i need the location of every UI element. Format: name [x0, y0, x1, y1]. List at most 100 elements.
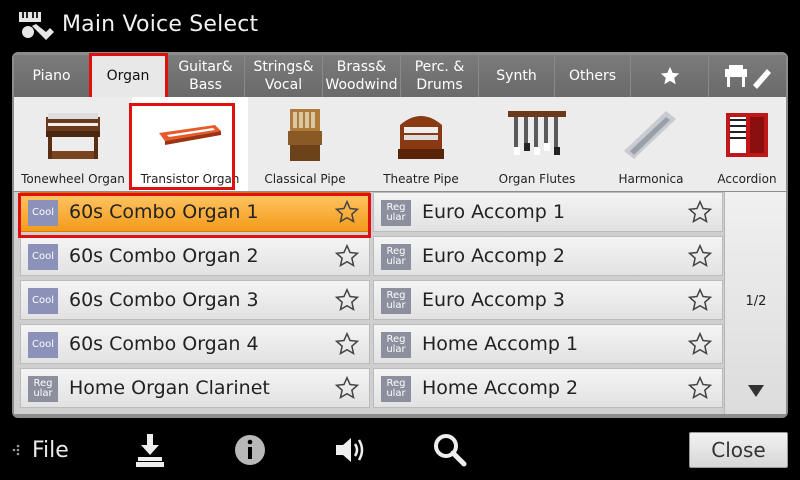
harmonica-icon: [624, 111, 676, 159]
tab-piano[interactable]: Piano: [14, 55, 90, 97]
favorite-star-icon[interactable]: [334, 199, 360, 225]
tab-organ[interactable]: Organ: [90, 55, 167, 97]
star-icon: [660, 66, 679, 85]
favorite-star-icon[interactable]: [334, 331, 360, 357]
pager-column: 1/2: [724, 192, 786, 414]
tab-synth[interactable]: Synth: [479, 55, 555, 97]
file-dots-icon: [12, 444, 20, 456]
close-button[interactable]: Close: [689, 432, 788, 468]
voice-name: 60s Combo Organ 2: [69, 245, 259, 267]
classical-pipe-organ-icon: [288, 109, 322, 161]
category-label: Theatre Pipe: [383, 172, 459, 186]
favorite-star-icon[interactable]: [687, 243, 713, 269]
voice-type-badge: Cool: [28, 200, 58, 226]
voice-column-left: Cool 60s Combo Organ 1 Cool 60s Combo Or…: [20, 192, 370, 412]
tab-label: Others: [568, 68, 617, 84]
tab-perc-drums[interactable]: Perc. & Drums: [401, 55, 479, 97]
voice-name: Home Accomp 2: [422, 377, 579, 399]
favorite-star-icon[interactable]: [687, 331, 713, 357]
category-classical-pipe[interactable]: Classical Pipe: [248, 97, 362, 191]
favorite-star-icon[interactable]: [687, 287, 713, 313]
voice-item[interactable]: Cool 60s Combo Organ 4: [20, 324, 370, 364]
voice-list: Cool 60s Combo Organ 1 Cool 60s Combo Or…: [14, 192, 786, 414]
voice-item[interactable]: Cool 60s Combo Organ 3: [20, 280, 370, 320]
favorite-star-icon[interactable]: [334, 243, 360, 269]
category-harmonica[interactable]: Harmonica: [594, 97, 708, 191]
category-accordion[interactable]: Accordion: [708, 97, 786, 191]
page-down-arrow-icon[interactable]: [747, 384, 765, 398]
file-label: File: [32, 437, 69, 463]
page-indicator: 1/2: [745, 294, 767, 309]
save-download-icon[interactable]: [130, 430, 170, 470]
voice-item[interactable]: Reg ular Home Accomp 2: [373, 368, 723, 408]
voice-type-badge: Reg ular: [381, 332, 411, 358]
bottom-bar: [0, 420, 800, 480]
category-label: Organ Flutes: [498, 172, 576, 186]
expansion-keyboard-icon: [724, 65, 771, 89]
voice-item[interactable]: Cool 60s Combo Organ 1: [20, 192, 370, 232]
tab-others[interactable]: Others: [555, 55, 631, 97]
organ-flutes-icon: [508, 111, 566, 155]
voice-type-badge: Cool: [28, 332, 58, 358]
voice-type-badge: Reg ular: [381, 376, 411, 402]
tab-label: Organ: [106, 68, 150, 84]
title-bar: Main Voice Select: [0, 0, 800, 52]
keyboard-voice-icon: [19, 12, 54, 40]
voice-type-badge: Reg ular: [381, 200, 411, 226]
voice-name: 60s Combo Organ 4: [69, 333, 259, 355]
voice-item[interactable]: Cool 60s Combo Organ 2: [20, 236, 370, 276]
voice-name: Euro Accomp 1: [422, 201, 565, 223]
category-label: Tonewheel Organ: [21, 172, 125, 186]
tab-label: Perc. & Drums: [414, 59, 465, 93]
category-organ-flutes[interactable]: Organ Flutes: [480, 97, 594, 191]
voice-item[interactable]: Reg ular Euro Accomp 3: [373, 280, 723, 320]
close-label: Close: [711, 438, 766, 462]
accordion-icon: [726, 113, 768, 157]
search-icon[interactable]: [430, 430, 470, 470]
tab-strings-vocal[interactable]: Strings& Vocal: [245, 55, 323, 97]
tab-guitar-bass[interactable]: Guitar& Bass: [167, 55, 245, 97]
voice-type-badge: Reg ular: [28, 376, 58, 402]
info-icon[interactable]: [230, 430, 270, 470]
tab-label: Brass& Woodwind: [325, 59, 398, 93]
voice-item[interactable]: Reg ular Euro Accomp 1: [373, 192, 723, 232]
tab-brass-woodwind[interactable]: Brass& Woodwind: [323, 55, 401, 97]
tab-expansion[interactable]: [709, 55, 786, 97]
category-label: Harmonica: [618, 172, 684, 186]
tab-label: Piano: [32, 68, 71, 84]
voice-name: Euro Accomp 3: [422, 289, 565, 311]
favorite-star-icon[interactable]: [687, 375, 713, 401]
favorite-star-icon[interactable]: [334, 375, 360, 401]
voice-type-badge: Cool: [28, 244, 58, 270]
voice-name: Home Accomp 1: [422, 333, 579, 355]
category-transistor-organ[interactable]: Transistor Organ: [132, 97, 248, 191]
file-button[interactable]: File: [10, 436, 69, 464]
tab-label: Guitar& Bass: [178, 59, 233, 93]
voice-name: 60s Combo Organ 3: [69, 289, 259, 311]
tab-favorites[interactable]: [631, 55, 709, 97]
category-label: Transistor Organ: [140, 172, 240, 186]
tab-label: Strings& Vocal: [253, 59, 314, 93]
speaker-icon[interactable]: [330, 430, 370, 470]
category-label: Classical Pipe: [264, 172, 346, 186]
category-theatre-pipe[interactable]: Theatre Pipe: [362, 97, 480, 191]
subcategory-row: Tonewheel Organ Transistor Organ Classic…: [14, 97, 786, 191]
voice-name: Home Organ Clarinet: [69, 377, 270, 399]
voice-name: 60s Combo Organ 1: [69, 201, 259, 223]
voice-item[interactable]: Reg ular Euro Accomp 2: [373, 236, 723, 276]
voice-name: Euro Accomp 2: [422, 245, 565, 267]
favorite-star-icon[interactable]: [334, 287, 360, 313]
theatre-pipe-organ-icon: [398, 116, 444, 159]
transistor-organ-icon: [159, 125, 221, 145]
voice-type-badge: Cool: [28, 288, 58, 314]
favorite-star-icon[interactable]: [687, 199, 713, 225]
tab-label: Synth: [496, 68, 537, 84]
page-title: Main Voice Select: [62, 12, 259, 37]
voice-item[interactable]: Reg ular Home Organ Clarinet: [20, 368, 370, 408]
category-label: Accordion: [717, 172, 777, 186]
voice-column-right: Reg ular Euro Accomp 1 Reg ular Euro Acc…: [373, 192, 723, 412]
tonewheel-organ-icon: [46, 113, 100, 159]
category-tonewheel-organ[interactable]: Tonewheel Organ: [14, 97, 132, 191]
voice-type-badge: Reg ular: [381, 288, 411, 314]
voice-item[interactable]: Reg ular Home Accomp 1: [373, 324, 723, 364]
